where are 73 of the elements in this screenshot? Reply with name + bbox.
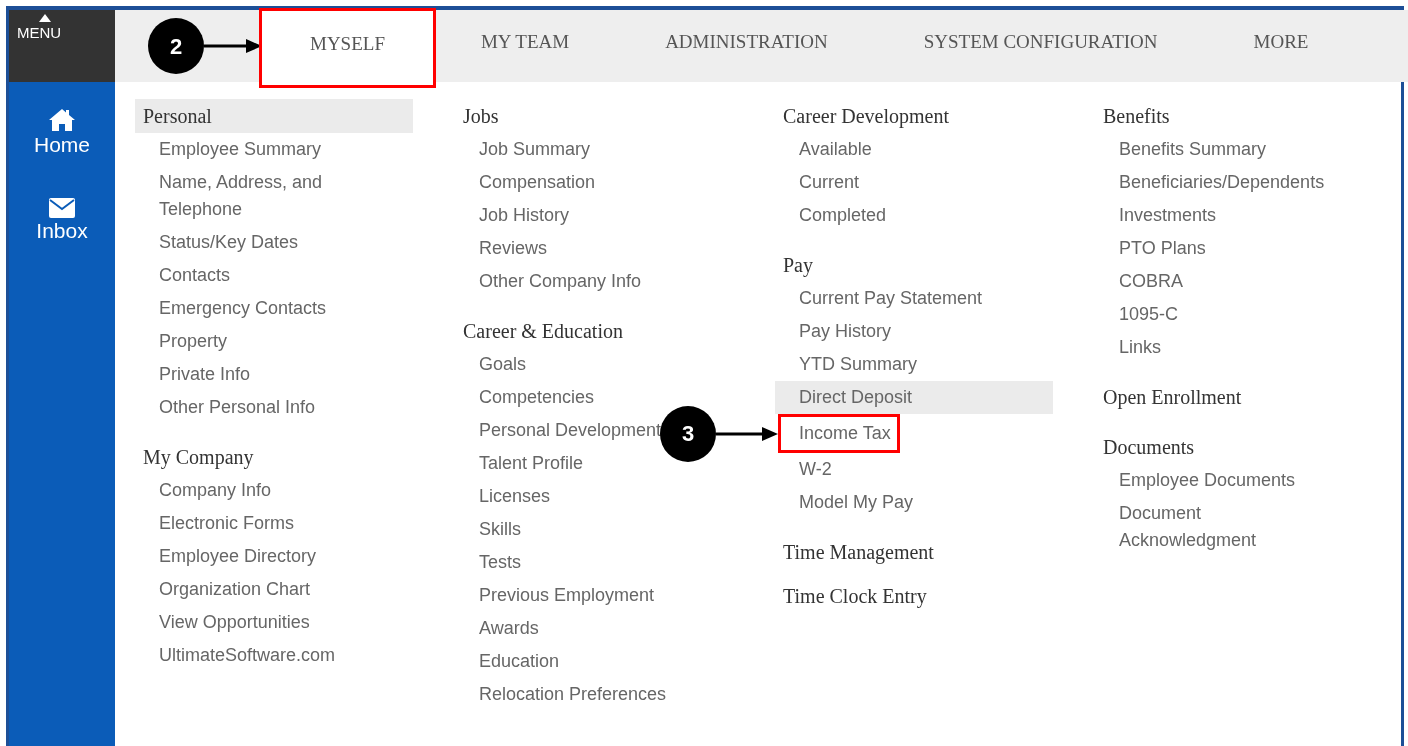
section-heading: Pay (782, 253, 814, 279)
menu-link[interactable]: Goals (479, 348, 527, 381)
nav-tab[interactable]: MYSELF (259, 8, 436, 88)
menu-link[interactable]: Beneficiaries/Dependents (1119, 166, 1325, 199)
menu-link[interactable]: 1095-C (1119, 298, 1179, 331)
menu-link[interactable]: COBRA (1119, 265, 1183, 298)
menu-link[interactable]: Links (1119, 331, 1162, 364)
menu-link[interactable]: Current Pay Statement (799, 282, 983, 315)
step-badge: 3 (660, 405, 716, 462)
section-heading: Jobs (462, 104, 500, 129)
menu-link[interactable]: Contacts (159, 259, 231, 292)
menu-link[interactable]: Employee Directory (159, 540, 317, 573)
menu-link[interactable]: Company Info (159, 474, 272, 507)
arrow-icon (204, 38, 262, 54)
caret-up-icon (39, 14, 51, 22)
section-heading: Personal (135, 99, 413, 133)
menu-link[interactable]: W-2 (799, 453, 832, 486)
section-heading: Documents (1102, 435, 1196, 460)
menu-link[interactable]: View Opportunities (159, 606, 310, 639)
nav-tab[interactable]: MORE (1205, 10, 1357, 82)
menu-link[interactable]: Compensation (479, 166, 596, 199)
section-heading: Benefits (1102, 104, 1171, 129)
menu-link[interactable]: PTO Plans (1119, 232, 1206, 265)
menu-link[interactable]: Skills (479, 513, 521, 546)
menu-button[interactable]: MENU (9, 10, 115, 82)
menu-link[interactable]: Benefits Summary (1119, 133, 1267, 166)
menu-link[interactable]: Reviews (479, 232, 548, 265)
menu-link[interactable]: Previous Employment (479, 579, 655, 612)
section-heading: My Company (142, 445, 255, 471)
menu-link[interactable]: Document Acknowledgment (1119, 497, 1341, 557)
section-heading: Career Development (782, 104, 951, 130)
menu-link[interactable]: Employee Summary (159, 133, 322, 166)
menu-link[interactable]: Other Company Info (479, 265, 642, 298)
menu-link[interactable]: Available (799, 133, 872, 166)
menu-link[interactable]: Job History (479, 199, 570, 232)
menu-link[interactable]: Education (479, 645, 560, 678)
menu-link[interactable]: Private Info (159, 358, 251, 391)
menu-link[interactable]: Property (159, 325, 228, 358)
menu-link[interactable]: Employee Documents (1119, 464, 1296, 497)
menu-link[interactable]: Organization Chart (159, 573, 311, 606)
nav-tab[interactable]: ADMINISTRATION (617, 10, 876, 82)
menu-link[interactable]: Emergency Contacts (159, 292, 327, 325)
menu-link[interactable]: Licenses (479, 480, 551, 513)
arrow-icon (716, 425, 778, 442)
menu-link[interactable]: Competencies (479, 381, 595, 414)
section-heading: Open Enrollment (1102, 385, 1243, 411)
section-heading: Time Clock Entry (782, 584, 928, 610)
menu-link[interactable]: Relocation Preferences (479, 678, 667, 711)
menu-link[interactable]: Model My Pay (799, 486, 914, 519)
menu-link[interactable]: Current (799, 166, 860, 199)
menu-link[interactable]: UltimateSoftware.com (159, 639, 336, 672)
menu-link[interactable]: Personal Development (479, 414, 662, 447)
menu-link[interactable]: Completed (799, 199, 887, 232)
menu-link[interactable]: Job Summary (479, 133, 591, 166)
menu-link[interactable]: Tests (479, 546, 521, 579)
menu-link[interactable]: Pay History (799, 315, 892, 348)
menu-link[interactable]: Name, Address, and Telephone (159, 166, 381, 226)
mail-icon (49, 198, 75, 219)
step-badge: 2 (148, 18, 204, 74)
menu-link[interactable]: YTD Summary (799, 348, 917, 381)
section-heading: Time Management (782, 540, 935, 566)
menu-link[interactable]: Income Tax (778, 414, 900, 453)
menu-link[interactable]: Other Personal Info (159, 391, 316, 424)
section-heading: Career & Education (462, 319, 624, 344)
sidebar-item[interactable]: Home (34, 108, 90, 159)
menu-link[interactable]: Electronic Forms (159, 507, 295, 540)
nav-tab[interactable]: SYSTEM CONFIGURATION (875, 10, 1206, 82)
menu-link[interactable]: Awards (479, 612, 539, 645)
menu-link[interactable]: Status/Key Dates (159, 226, 299, 259)
sidebar-item[interactable]: Inbox (36, 198, 88, 245)
menu-link[interactable]: Talent Profile (479, 447, 584, 480)
home-icon (48, 108, 76, 132)
menu-link[interactable]: Investments (1119, 199, 1217, 232)
